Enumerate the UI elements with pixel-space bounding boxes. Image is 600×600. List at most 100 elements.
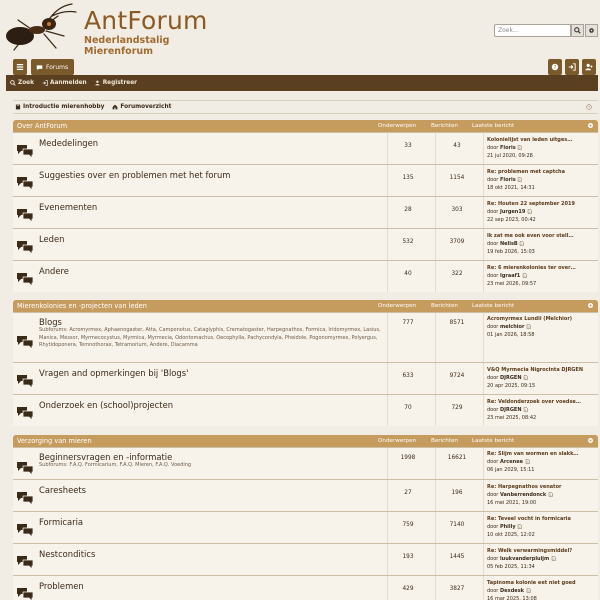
forum-title-link[interactable]: Formicaria [39,517,83,527]
site-logo[interactable]: AntForum Nederlandstalig Mierenforum [4,2,207,57]
view-latest-post-button[interactable] [519,241,525,247]
category-collapse-icon[interactable] [587,437,594,444]
menu-button[interactable] [13,59,27,75]
forum-read-icon [17,556,34,569]
category-collapse-icon[interactable] [587,122,594,129]
last-post-date: 16 mar 2025, 13:08 [487,596,537,600]
last-post-user[interactable]: Floris [500,145,516,151]
search-icon [574,27,581,34]
category-title[interactable]: Verzorging van mieren [17,437,92,445]
last-post-title[interactable]: Ik zat me ook even voor stell… [487,232,573,240]
forum-title-link[interactable]: Leden [39,234,64,244]
last-post-title[interactable]: Acromyrmex Lundii (Melchior) [487,315,572,323]
forum-title-link[interactable]: Beginnersvragen en -informatie [39,452,172,462]
forum-row: Mededelingen 33 43 Kolonielijst van lede… [13,132,598,164]
sign-in-icon [568,63,576,71]
last-post-user[interactable]: Jurgen19 [500,209,525,215]
category-collapse-icon[interactable] [587,302,594,309]
col-last-header: Laatste bericht [472,302,515,309]
subforums-list: Subforums: F.A.Q. Formicarium, F.A.Q. Mi… [39,462,192,468]
forum-title-link[interactable]: Suggesties over en problemen met het for… [39,170,230,180]
forum-title-link[interactable]: Vragen and opmerkingen bij 'Blogs' [39,368,188,378]
col-topics-header: Onderwerpen [378,437,417,444]
view-latest-post-button[interactable] [517,145,523,151]
last-post-title[interactable]: Re: Teveel vocht in formicaria [487,515,571,523]
breadcrumb-intro[interactable]: Introductie mierenhobby [15,104,104,110]
last-post-date: 19 feb 2026, 15:03 [487,249,535,256]
forum-title-link[interactable]: Problemen [39,581,84,591]
breadcrumb-index[interactable]: Forumoverzicht [112,104,171,110]
last-post-title[interactable]: V&Q Myrmecia Nigrocinta DJRGEN [487,366,583,374]
search-link[interactable]: Zoek [10,80,34,86]
subforum-links[interactable]: Acromyrmex, Aphaenogaster, Atta, Campono… [39,327,381,348]
forum-read-icon [17,375,34,388]
last-post-user[interactable]: Philly [500,524,516,530]
last-post-title[interactable]: Re: Harpegnathos venator [487,483,561,491]
last-post-user[interactable]: DJRGEN [500,375,522,381]
help-button[interactable]: ? [548,59,562,75]
register-nav-button[interactable] [582,59,596,75]
last-post-title[interactable]: Re: Houten 22 september 2019 [487,200,575,208]
tab-forums[interactable]: Forums [31,59,75,75]
view-latest-post-button[interactable] [523,407,528,413]
search-input[interactable]: Zoek… [494,24,571,37]
last-post-date: 20 apr 2025, 09:15 [487,383,536,390]
posts-count: 9724 [449,373,465,379]
view-latest-post-button[interactable] [523,375,528,381]
view-latest-post-button[interactable] [526,324,531,330]
forum-read-icon [17,492,34,505]
view-latest-post-button[interactable] [517,524,522,530]
last-post-date: 21 jul 2020, 09:28 [487,153,533,160]
subforums-list: Subforums: Acromyrmex, Aphaenogaster, At… [39,327,381,349]
view-latest-post-button[interactable] [517,177,523,183]
forum-title-link[interactable]: Onderzoek en (school)projecten [39,400,173,410]
column-divider [483,133,484,164]
view-latest-post-button[interactable] [522,273,527,279]
forum-row: Suggesties over en problemen met het for… [13,164,598,196]
forum-title-link[interactable]: Mededelingen [39,138,98,148]
last-post-title[interactable]: Re: 6 mierenkolonies ter over… [487,264,576,272]
column-divider [483,363,484,394]
last-post-title[interactable]: Re: Slijm van wormen en slakk… [487,450,578,458]
last-post-user[interactable]: luukvanderpluijm [500,556,549,562]
category-title[interactable]: Over AntForum [17,122,67,130]
view-latest-post-button[interactable] [527,209,532,215]
login-link[interactable]: Aanmelden [42,80,87,86]
last-post-user[interactable]: Arcenee [500,459,523,465]
last-post-info: V&Q Myrmecia Nigrocinta DJRGEN door DJRG… [487,366,584,390]
last-post-user[interactable]: Floris [500,177,516,183]
last-post-user[interactable]: Igraaf1 [500,273,520,279]
view-latest-post-button[interactable] [551,556,556,562]
register-link[interactable]: Registreer [94,80,137,86]
forum-title-link[interactable]: Andere [39,266,69,276]
last-post-user[interactable]: Dexdesk [500,588,524,594]
last-post-title[interactable]: Re: Veldonderzoek over voedse… [487,398,581,406]
view-latest-post-button[interactable] [548,492,553,498]
search-button[interactable] [571,24,584,37]
last-post-title[interactable]: Re: problemen met captcha [487,168,565,176]
last-post-title[interactable]: Kolonielijst van leden uitges… [487,136,572,144]
view-latest-post-button[interactable] [525,459,530,465]
column-divider [435,133,436,164]
forum-title-link[interactable]: Nestconditics [39,549,95,559]
book-icon [15,104,21,110]
last-post-user[interactable]: melchior [500,324,524,330]
last-post-user[interactable]: Vanberrendonck [500,492,546,498]
view-latest-post-icon [518,177,523,182]
category-title[interactable]: Mierenkolonies en -projecten van leden [17,302,147,310]
forum-title-link[interactable]: Blogs [39,317,62,327]
forum-title-link[interactable]: Caresheets [39,485,86,495]
subforum-links[interactable]: F.A.Q. Formicarium, F.A.Q. Mieren, F.A.Q… [69,462,191,468]
forum-title-link[interactable]: Evenementen [39,202,97,212]
last-post-user[interactable]: DJRGEN [500,407,522,413]
login-nav-button[interactable] [565,59,579,75]
last-post-title[interactable]: Re: Welk verwarmingsmiddel? [487,547,572,555]
column-divider [483,576,484,600]
advanced-search-button[interactable] [585,24,598,37]
view-latest-post-button[interactable] [526,588,531,594]
posts-count: 1154 [449,175,465,181]
forum-read-icon [17,524,34,537]
last-post-title[interactable]: Tapinoma kolonie eet niet goed [487,579,576,587]
col-posts-header: Berichten [431,122,458,129]
last-post-user[interactable]: NelisB [500,241,518,247]
